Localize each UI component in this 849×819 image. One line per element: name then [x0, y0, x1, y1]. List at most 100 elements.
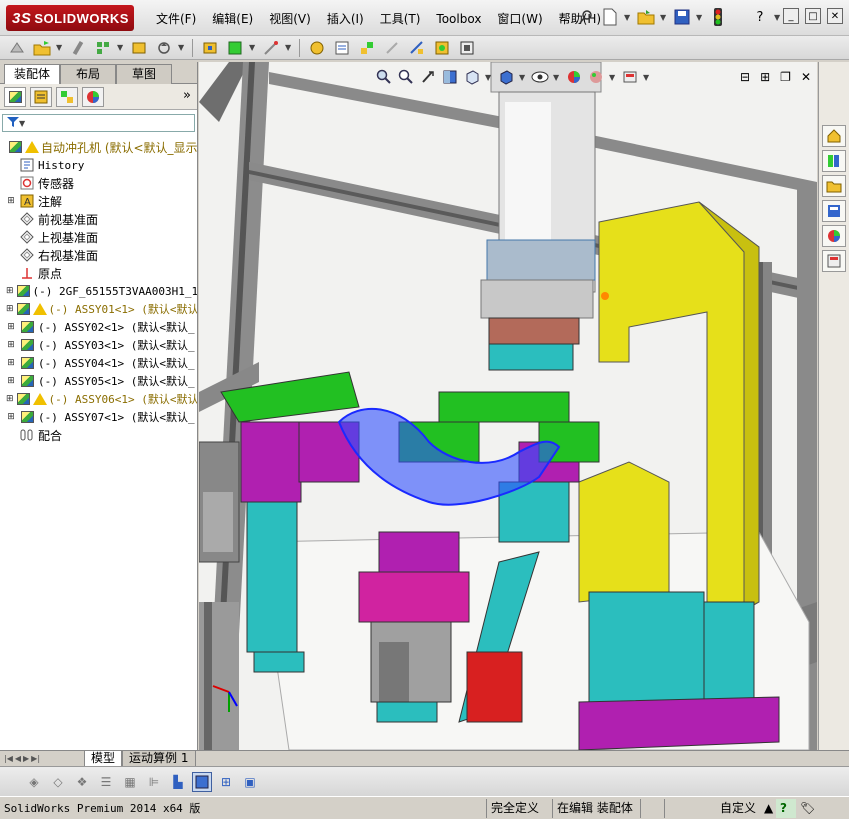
insert-component-icon[interactable] [31, 38, 53, 58]
tab-model[interactable]: 模型 [84, 750, 123, 767]
menu-edit[interactable]: 编辑(E) [204, 10, 261, 28]
configuration-manager-icon[interactable] [56, 86, 78, 107]
edit-component-icon[interactable] [6, 38, 28, 58]
display-style-icon[interactable] [497, 68, 515, 86]
view-settings-icon[interactable] [621, 68, 639, 86]
custom-properties-icon[interactable] [822, 250, 846, 272]
assembly-features-icon[interactable] [224, 38, 246, 58]
section-view-icon[interactable] [441, 68, 459, 86]
table-view-icon[interactable]: ⊞ [216, 772, 236, 792]
property-manager-icon[interactable] [30, 86, 52, 107]
new-motion-study-icon[interactable] [306, 38, 328, 58]
tree-item[interactable]: ⊞ (-) ASSY04<1> (默认<默认_ [0, 354, 197, 372]
tree-item[interactable]: ⊞ (-) ASSY07<1> (默认<默认_ [0, 408, 197, 426]
split-view-icon[interactable]: ⊫ [144, 772, 164, 792]
first-tab-icon[interactable]: |◀ [4, 754, 13, 763]
chevron-down-icon[interactable]: ▼ [519, 73, 527, 82]
expand-icon[interactable]: ⊞ [6, 322, 16, 332]
tree-item[interactable]: ⊞ (-) ASSY03<1> (默认<默认_ [0, 336, 197, 354]
smart-fasteners-icon[interactable] [128, 38, 150, 58]
tree-item[interactable]: 传感器 [0, 174, 197, 192]
explode-line-sketch-icon[interactable] [381, 38, 403, 58]
menu-view[interactable]: 视图(V) [261, 10, 319, 28]
tree-item[interactable]: 前视基准面 [0, 210, 197, 228]
expand-icon[interactable]: ⊞ [6, 340, 16, 350]
solidworks-logo[interactable]: 3S SOLIDWORKS [6, 5, 134, 31]
restore-doc-icon[interactable]: ❐ [780, 70, 791, 84]
close-doc-icon[interactable]: ✕ [801, 70, 811, 84]
status-help-icon[interactable]: ? [776, 798, 796, 818]
chevron-down-icon[interactable]: ▼ [178, 43, 186, 52]
appearances-icon[interactable] [822, 225, 846, 247]
show-hidden-icon[interactable] [199, 38, 221, 58]
tab-assembly[interactable]: 装配体 [4, 64, 60, 84]
chevron-down-icon[interactable]: ▼ [624, 13, 632, 22]
hide-show-items-icon[interactable] [531, 68, 549, 86]
chevron-down-icon[interactable]: ▼ [249, 43, 257, 52]
expand-icon[interactable]: ⊞ [6, 376, 16, 386]
menu-insert[interactable]: 插入(I) [319, 10, 372, 28]
chevron-down-icon[interactable]: ▼ [774, 13, 782, 22]
help-icon[interactable]: ? [750, 7, 770, 27]
tree-item[interactable]: 上视基准面 [0, 228, 197, 246]
expand-icon[interactable]: ⊞ [6, 286, 14, 296]
tile-horizontal-icon[interactable]: ⊟ [740, 70, 750, 84]
open-folder-icon[interactable] [636, 7, 656, 27]
display-manager-icon[interactable] [82, 86, 104, 107]
assembly-3d-model[interactable] [199, 62, 817, 750]
traffic-light-icon[interactable] [708, 7, 728, 27]
rebuild-tag-icon[interactable]: 🏷 [796, 799, 826, 818]
chevron-down-icon[interactable]: ▼ [553, 73, 561, 82]
chevron-down-icon[interactable]: ▼ [117, 43, 125, 52]
more-tabs-icon[interactable]: » [183, 88, 191, 103]
expand-icon[interactable]: ⊞ [6, 412, 16, 422]
linear-pattern-icon[interactable] [92, 38, 114, 58]
chevron-down-icon[interactable]: ▼ [660, 13, 668, 22]
chevron-down-icon[interactable]: ▼ [609, 73, 617, 82]
chart-view-icon[interactable]: ▙ [168, 772, 188, 792]
grid-view-icon[interactable]: ▦ [120, 772, 140, 792]
design-library-icon[interactable] [822, 150, 846, 172]
mate-icon[interactable] [67, 38, 89, 58]
menu-toolbox[interactable]: Toolbox [428, 10, 489, 28]
list-view-icon[interactable]: ☰ [96, 772, 116, 792]
new-document-icon[interactable] [600, 7, 620, 27]
graphics-area[interactable]: ▼ ▼ ▼ ▼ ▼ ⊟ ⊞ ❐ ✕ [199, 62, 817, 750]
last-tab-icon[interactable]: ▶| [31, 754, 40, 763]
pin-icon[interactable] [576, 7, 596, 27]
tree-item[interactable]: 原点 [0, 264, 197, 282]
chevron-down-icon[interactable]: ▼ [643, 73, 651, 82]
expand-icon[interactable]: ⊞ [6, 394, 14, 404]
tree-item[interactable]: 配合 [0, 426, 197, 444]
tab-layout[interactable]: 布局 [60, 64, 116, 84]
tree-item[interactable]: 右视基准面 [0, 246, 197, 264]
minimize-icon[interactable]: _ [783, 8, 799, 24]
tab-sketch[interactable]: 草图 [116, 64, 172, 84]
tree-item[interactable]: 自动冲孔机 (默认<默认_显示 [0, 138, 197, 156]
clearance-verification-icon[interactable] [431, 38, 453, 58]
tree-filter[interactable]: ▼ [2, 114, 195, 132]
chevron-up-icon[interactable]: ▲ [760, 799, 776, 818]
tree-item[interactable]: ⊞ (-) ASSY06<1> (默认<默认 [0, 390, 197, 408]
tree-item[interactable]: ⊞ (-) 2GF_65155T3VAA003H1_14 [0, 282, 197, 300]
interference-detection-icon[interactable] [406, 38, 428, 58]
save-icon[interactable] [672, 7, 692, 27]
chevron-down-icon[interactable]: ▼ [56, 43, 64, 52]
reference-geometry-icon[interactable] [260, 38, 282, 58]
tree-item[interactable]: ⊞ (-) ASSY02<1> (默认<默认_ [0, 318, 197, 336]
chevron-down-icon[interactable]: ▼ [285, 43, 293, 52]
results-view-icon[interactable]: ▣ [240, 772, 260, 792]
menu-window[interactable]: 窗口(W) [489, 10, 550, 28]
close-icon[interactable]: ✕ [827, 8, 843, 24]
tile-vertical-icon[interactable]: ⊞ [760, 70, 770, 84]
tree-item[interactable]: ⊞ (-) ASSY05<1> (默认<默认_ [0, 372, 197, 390]
move-component-icon[interactable] [153, 38, 175, 58]
home-icon[interactable] [822, 125, 846, 147]
tab-motion-study[interactable]: 运动算例 1 [122, 750, 196, 767]
zoom-to-fit-icon[interactable] [375, 68, 393, 86]
chevron-down-icon[interactable]: ▼ [485, 73, 493, 82]
zoom-to-area-icon[interactable] [397, 68, 415, 86]
tree-item[interactable]: ⊞ (-) ASSY01<1> (默认<默认 [0, 300, 197, 318]
menu-tools[interactable]: 工具(T) [372, 10, 429, 28]
wireframe-icon[interactable]: ◈ [24, 772, 44, 792]
